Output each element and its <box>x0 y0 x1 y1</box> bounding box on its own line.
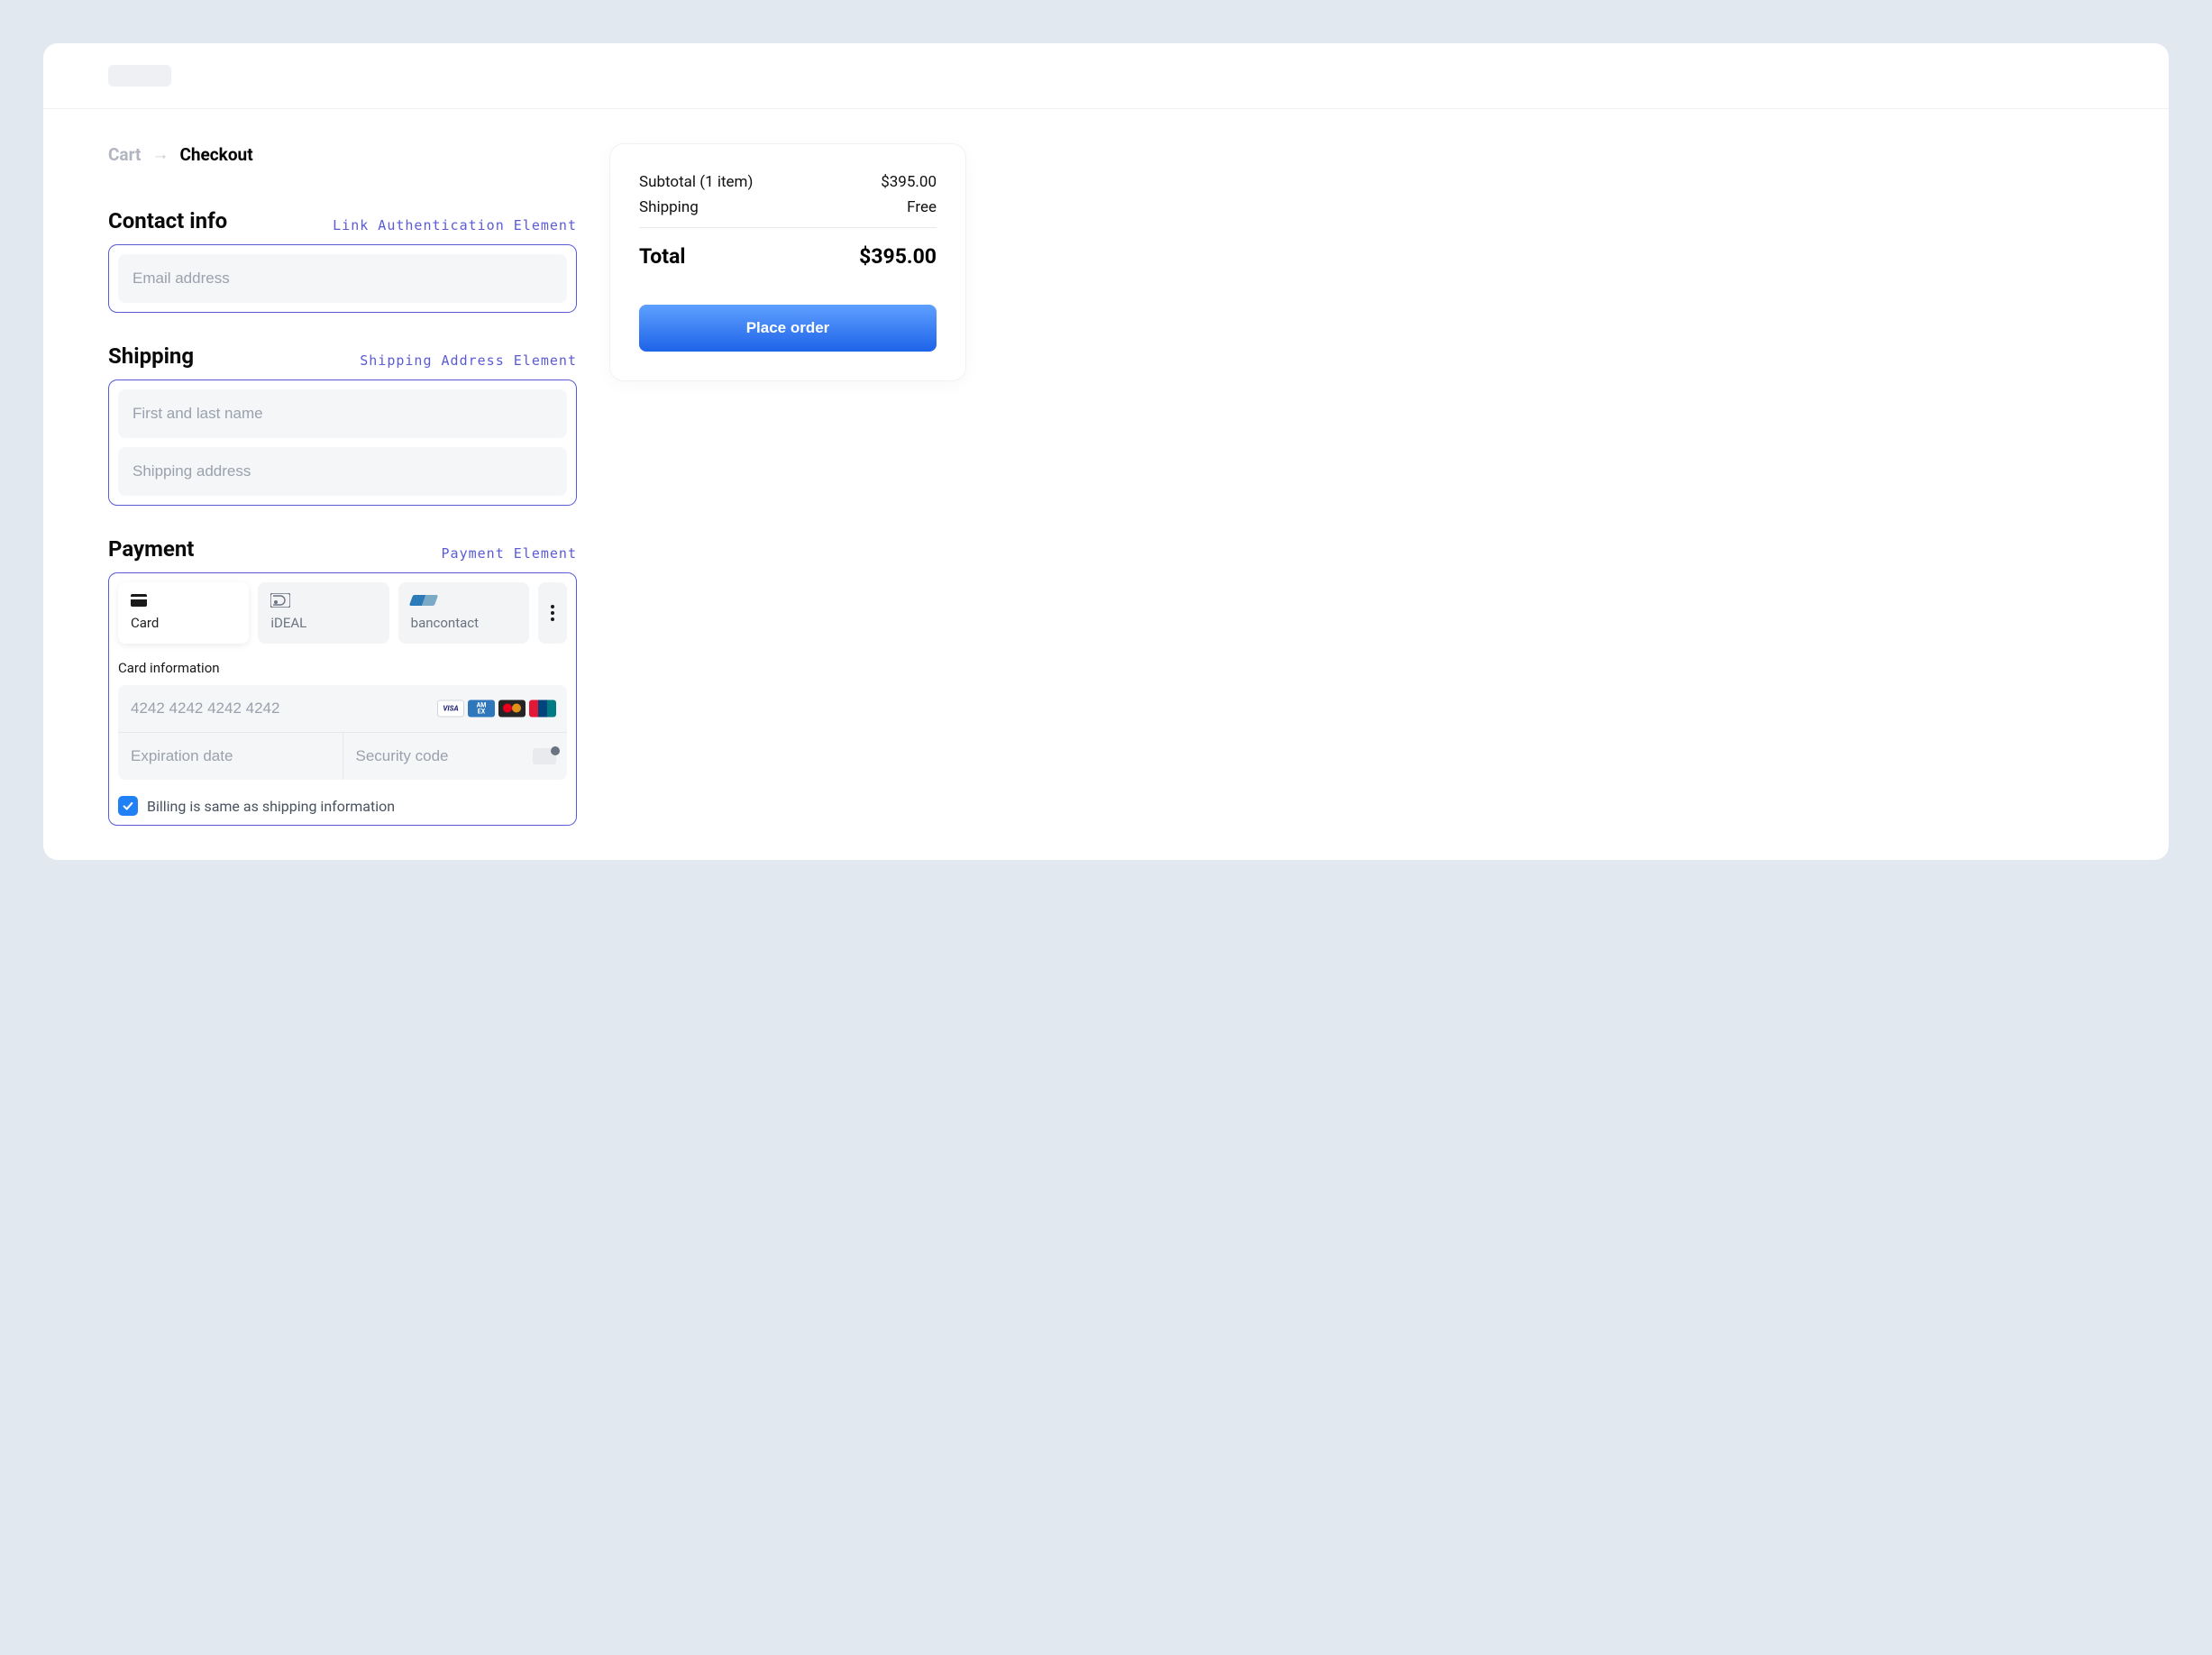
subtotal-label: Subtotal (1 item) <box>639 173 753 191</box>
billing-same-label: Billing is same as shipping information <box>147 798 395 815</box>
ideal-icon <box>270 593 376 608</box>
shipping-value: Free <box>907 198 937 216</box>
shipping-row: Shipping Free <box>639 198 937 216</box>
payment-method-tabs: Card iDEAL bancontact <box>118 582 567 644</box>
more-vertical-icon <box>551 605 554 621</box>
billing-same-row: Billing is same as shipping information <box>118 796 567 816</box>
more-payment-methods-button[interactable] <box>538 582 567 644</box>
card-icon <box>131 593 236 608</box>
breadcrumb: Cart → Checkout <box>108 143 577 165</box>
expiry-input[interactable] <box>118 733 343 780</box>
shipping-element-box <box>108 379 577 506</box>
shipping-title: Shipping <box>108 343 194 369</box>
page-header <box>43 43 2169 109</box>
card-input-group: VISA AMEX <box>118 685 567 780</box>
card-info-label: Card information <box>118 660 567 676</box>
amex-icon: AMEX <box>468 700 495 718</box>
tab-ideal-label: iDEAL <box>270 615 376 631</box>
right-column: Subtotal (1 item) $395.00 Shipping Free … <box>609 143 966 826</box>
payment-element-box: Card iDEAL bancontact <box>108 572 577 826</box>
left-column: Cart → Checkout Contact info Link Authen… <box>108 143 577 826</box>
arrow-right-icon: → <box>151 143 169 165</box>
tab-bancontact-label: bancontact <box>411 615 516 631</box>
subtotal-value: $395.00 <box>881 173 937 191</box>
payment-title: Payment <box>108 536 194 562</box>
mastercard-icon <box>498 700 526 718</box>
subtotal-row: Subtotal (1 item) $395.00 <box>639 173 937 191</box>
total-value: $395.00 <box>859 244 937 269</box>
email-input[interactable] <box>118 254 567 303</box>
visa-icon: VISA <box>437 700 464 718</box>
cvc-icon <box>533 748 556 764</box>
breadcrumb-cart[interactable]: Cart <box>108 144 141 165</box>
total-label: Total <box>639 244 685 269</box>
tab-card[interactable]: Card <box>118 582 249 644</box>
tab-ideal[interactable]: iDEAL <box>258 582 388 644</box>
unionpay-icon <box>529 700 556 718</box>
contact-section-header: Contact info Link Authentication Element <box>108 208 577 233</box>
name-input[interactable] <box>118 389 567 438</box>
shipping-element-label: Shipping Address Element <box>360 352 577 369</box>
checkout-page: Cart → Checkout Contact info Link Authen… <box>43 43 2169 860</box>
breadcrumb-checkout: Checkout <box>179 144 252 165</box>
payment-section-header: Payment Payment Element <box>108 536 577 562</box>
contact-element-box <box>108 244 577 313</box>
total-row: Total $395.00 <box>639 244 937 269</box>
shipping-address-input[interactable] <box>118 447 567 496</box>
billing-same-checkbox[interactable] <box>118 796 138 816</box>
shipping-label: Shipping <box>639 198 699 216</box>
payment-element-label: Payment Element <box>442 545 577 562</box>
contact-element-label: Link Authentication Element <box>333 217 577 233</box>
card-brand-icons: VISA AMEX <box>437 700 556 718</box>
page-content: Cart → Checkout Contact info Link Authen… <box>43 109 2169 860</box>
logo-placeholder <box>108 65 171 87</box>
shipping-section-header: Shipping Shipping Address Element <box>108 343 577 369</box>
summary-divider <box>639 227 937 228</box>
tab-card-label: Card <box>131 615 236 631</box>
contact-title: Contact info <box>108 208 227 233</box>
bancontact-icon <box>411 593 516 608</box>
order-summary: Subtotal (1 item) $395.00 Shipping Free … <box>609 143 966 381</box>
tab-bancontact[interactable]: bancontact <box>398 582 529 644</box>
place-order-button[interactable]: Place order <box>639 305 937 352</box>
